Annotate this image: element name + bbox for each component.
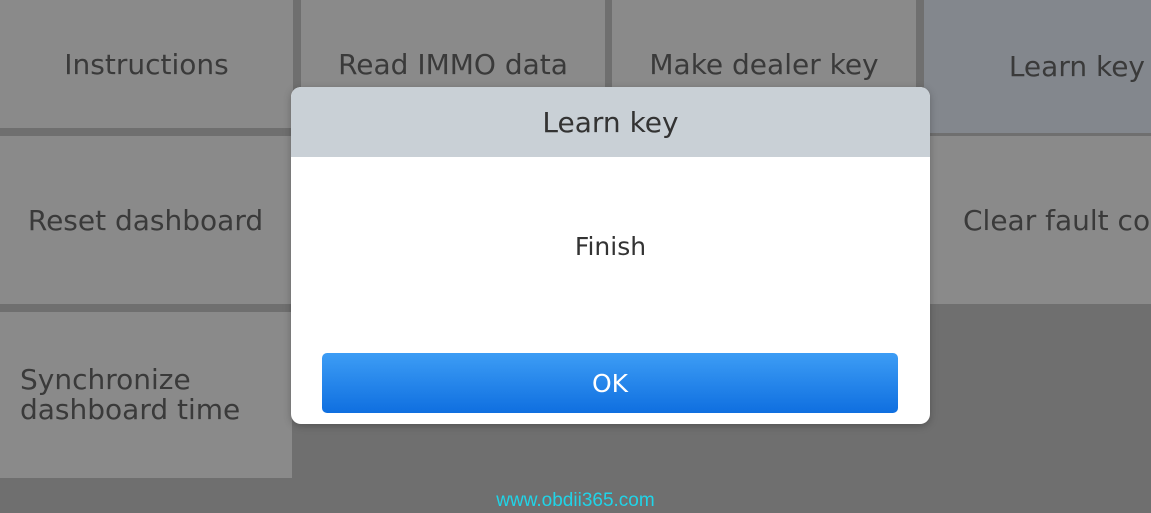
menu-make-dealer-key-label: Make dealer key [649,47,879,81]
menu-synchronize-dashboard-time-button[interactable]: Synchronize dashboard time [0,312,292,478]
menu-synchronize-dashboard-time-label: Synchronize dashboard time [20,363,241,426]
watermark-text: www.obdii365.com [496,490,655,511]
menu-learn-key-button[interactable]: Learn key [924,0,1151,133]
menu-reset-dashboard-button[interactable]: Reset dashboard [0,136,291,304]
menu-read-immo-data-label: Read IMMO data [338,47,568,81]
menu-instructions-button[interactable]: Instructions [0,0,293,128]
dialog-title: Learn key [291,87,930,157]
menu-clear-fault-codes-label: Clear fault co [963,203,1151,237]
menu-reset-dashboard-label: Reset dashboard [27,203,264,237]
menu-learn-key-label: Learn key [1008,50,1145,83]
menu-instructions-label: Instructions [64,47,229,81]
menu-clear-fault-codes-button[interactable]: Clear fault co [930,136,1151,304]
learn-key-dialog: Learn key Finish OK [291,87,930,424]
ok-button[interactable]: OK [322,353,898,413]
dialog-message: Finish [574,232,647,261]
